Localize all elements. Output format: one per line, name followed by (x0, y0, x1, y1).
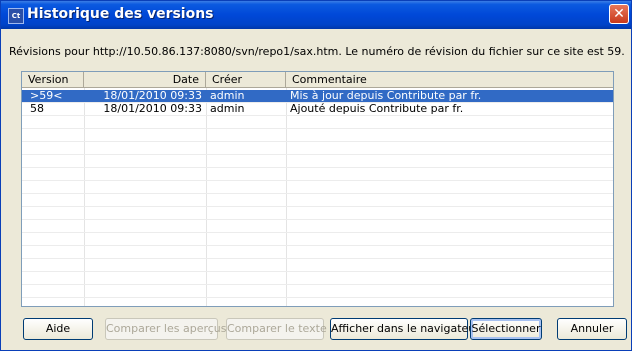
row-separator (22, 180, 613, 181)
compare-previews-button[interactable]: Comparer les aperçus (105, 318, 227, 340)
row-separator (22, 141, 613, 142)
row-separator (22, 284, 613, 285)
cell-date: 18/01/2010 09:33 (103, 89, 202, 102)
grid-line (84, 88, 85, 306)
table-row[interactable]: 58 18/01/2010 09:33 admin Ajouté depuis … (22, 103, 613, 115)
row-separator (22, 297, 613, 298)
version-history-dialog: Ct Historique des versions ✕ Révisions p… (0, 0, 632, 351)
header-version[interactable]: Version (22, 72, 84, 88)
cell-version: >59< (30, 89, 63, 102)
row-separator (22, 128, 613, 129)
grid-line (206, 88, 207, 306)
cell-comment: Ajouté depuis Contribute par fr. (290, 102, 464, 115)
table-row[interactable]: >59< 18/01/2010 09:33 admin Mis à jour d… (22, 90, 613, 102)
row-separator (22, 219, 613, 220)
select-button[interactable]: Sélectionner (470, 318, 542, 340)
row-separator (22, 232, 613, 233)
row-separator (22, 271, 613, 272)
header-comment[interactable]: Commentaire (286, 72, 613, 88)
versions-list[interactable]: Version Date Créer Commentaire >59< 18/0… (21, 71, 614, 307)
cancel-button[interactable]: Annuler (557, 318, 627, 340)
row-separator (22, 258, 613, 259)
cell-version: 58 (30, 102, 44, 115)
cell-comment: Mis à jour depuis Contribute par fr. (290, 89, 482, 102)
compare-text-button[interactable]: Comparer le texte (226, 318, 327, 340)
contribute-app-icon: Ct (8, 8, 24, 24)
title-bar[interactable]: Ct Historique des versions ✕ (1, 1, 631, 29)
help-button[interactable]: Aide (23, 318, 93, 340)
row-separator (22, 206, 613, 207)
cell-creator: admin (210, 89, 245, 102)
row-separator (22, 245, 613, 246)
grid-line (286, 88, 287, 306)
row-separator (22, 154, 613, 155)
row-separator (22, 115, 613, 116)
table-header: Version Date Créer Commentaire (22, 72, 613, 88)
dialog-title: Historique des versions (27, 6, 214, 22)
header-creator[interactable]: Créer (206, 72, 286, 88)
row-separator (22, 193, 613, 194)
revision-info-text: Révisions pour http://10.50.86.137:8080/… (9, 45, 625, 58)
header-date[interactable]: Date (84, 72, 206, 88)
row-separator (22, 167, 613, 168)
close-icon[interactable]: ✕ (609, 4, 629, 24)
show-in-browser-button[interactable]: Afficher dans le navigateur (330, 318, 480, 340)
cell-creator: admin (210, 102, 245, 115)
cell-date: 18/01/2010 09:33 (103, 102, 202, 115)
